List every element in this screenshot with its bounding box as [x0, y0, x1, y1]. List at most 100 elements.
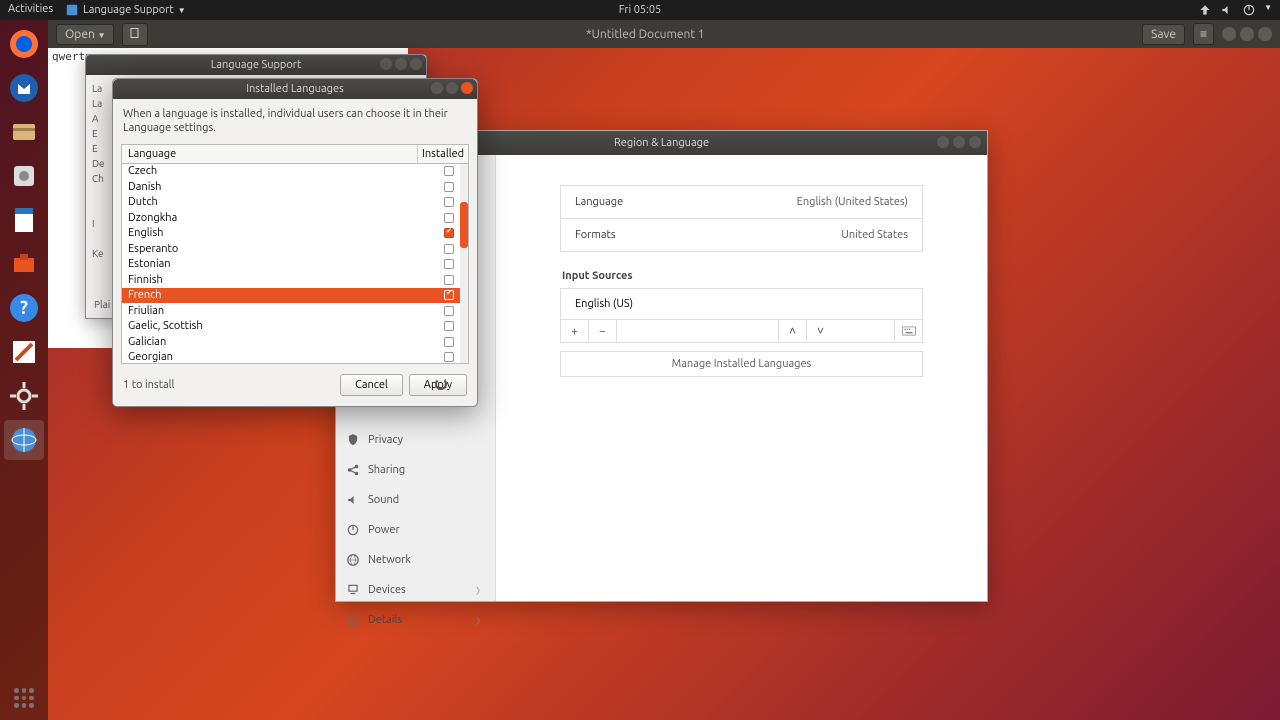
language-row[interactable]: Danish [122, 179, 468, 195]
keyboard-layout-button[interactable] [894, 320, 922, 342]
language-name: English [122, 227, 430, 239]
input-sources-box: English (US) + − ˄ ˅ [560, 288, 923, 343]
dock-libreoffice-writer[interactable] [4, 200, 44, 240]
dock-rhythmbox[interactable] [4, 156, 44, 196]
language-row[interactable]: Language English (United States) [560, 185, 923, 219]
app-indicator[interactable]: Language Support [83, 4, 174, 16]
minimize-button[interactable] [380, 58, 392, 70]
sharing-icon [346, 463, 360, 477]
language-row[interactable]: Esperanto [122, 241, 468, 257]
sound-icon [346, 493, 360, 507]
document-title: *Untitled Document 1 [156, 28, 1134, 41]
language-name: Friulian [122, 305, 430, 317]
language-row[interactable]: Estonian [122, 257, 468, 273]
installed-checkbox[interactable] [444, 275, 454, 285]
installed-checkbox[interactable] [444, 337, 454, 347]
scrollbar-thumb[interactable] [460, 202, 468, 248]
minimize-button[interactable] [1222, 27, 1236, 41]
language-row[interactable]: French [122, 288, 468, 304]
network-icon[interactable] [1198, 3, 1212, 17]
maximize-button[interactable] [1240, 27, 1254, 41]
installed-checkbox[interactable] [444, 213, 454, 223]
minimize-button[interactable] [431, 82, 443, 94]
column-installed[interactable]: Installed [418, 145, 468, 163]
dock-settings[interactable] [4, 376, 44, 416]
language-name: Czech [122, 165, 430, 177]
dock-software[interactable] [4, 244, 44, 284]
maximize-button[interactable] [395, 58, 407, 70]
installed-checkbox[interactable] [444, 197, 454, 207]
formats-row[interactable]: Formats United States [560, 219, 923, 252]
install-status: 1 to install [123, 379, 334, 391]
dock-language-support[interactable] [4, 420, 44, 460]
installed-checkbox[interactable] [444, 321, 454, 331]
clock[interactable]: Fri 05:05 [619, 4, 661, 16]
dock-firefox[interactable] [4, 24, 44, 64]
language-row[interactable]: English [122, 226, 468, 242]
close-button[interactable] [410, 58, 422, 70]
move-down-button[interactable]: ˅ [806, 320, 834, 342]
privacy-icon [346, 433, 360, 447]
input-source-item[interactable]: English (US) [561, 289, 922, 319]
remove-input-source-button[interactable]: − [589, 320, 617, 342]
installed-checkbox[interactable] [444, 290, 454, 300]
dock-text-editor[interactable] [4, 332, 44, 372]
sidebar-item-sound[interactable]: Sound [336, 485, 495, 515]
dock-help[interactable]: ? [4, 288, 44, 328]
installed-checkbox[interactable] [444, 306, 454, 316]
language-row[interactable]: Finnish [122, 272, 468, 288]
hamburger-menu[interactable]: ≡ [1193, 23, 1214, 45]
sidebar-item-sharing[interactable]: Sharing [336, 455, 495, 485]
new-tab-button[interactable] [122, 23, 148, 46]
installed-checkbox[interactable] [444, 352, 454, 362]
add-input-source-button[interactable]: + [561, 320, 589, 342]
close-button[interactable] [1258, 27, 1272, 41]
installed-checkbox[interactable] [444, 259, 454, 269]
scrollbar[interactable] [460, 164, 468, 363]
language-list[interactable]: Czech DanishDutchDzongkhaEnglish Esperanto… [121, 164, 469, 364]
details-icon [346, 613, 360, 627]
language-row[interactable]: Gaelic, Scottish [122, 319, 468, 335]
save-button[interactable]: Save [1142, 24, 1185, 45]
close-button[interactable] [969, 136, 981, 148]
language-row[interactable]: Galician [122, 334, 468, 350]
sidebar-item-label: Sharing [368, 464, 405, 476]
sidebar-item-devices[interactable]: Devices〉 [336, 575, 495, 605]
language-row[interactable]: Friulian [122, 303, 468, 319]
move-up-button[interactable]: ˄ [778, 320, 806, 342]
language-row[interactable]: Georgian [122, 350, 468, 364]
volume-icon[interactable] [1220, 3, 1234, 17]
svg-text:?: ? [20, 298, 28, 318]
maximize-button[interactable] [446, 82, 458, 94]
manage-installed-languages-button[interactable]: Manage Installed Languages [560, 351, 923, 377]
language-row[interactable]: Czech [122, 164, 468, 180]
installed-checkbox[interactable] [444, 166, 454, 176]
installed-checkbox[interactable] [444, 244, 454, 254]
installed-checkbox[interactable] [444, 228, 454, 238]
column-language[interactable]: Language [122, 145, 418, 163]
cancel-button[interactable]: Cancel [340, 374, 403, 396]
dock-files[interactable] [4, 112, 44, 152]
open-button[interactable]: Open ▼ [56, 24, 114, 45]
sidebar-item-label: Power [368, 524, 400, 536]
language-row[interactable]: Dzongkha [122, 210, 468, 226]
window-titlebar[interactable]: Language Support [86, 55, 426, 75]
dock-thunderbird[interactable] [4, 68, 44, 108]
chevron-down-icon[interactable]: ▼ [1264, 3, 1272, 17]
power-icon[interactable] [1242, 3, 1256, 17]
gedit-headerbar: Open ▼ *Untitled Document 1 Save ≡ [48, 20, 1280, 48]
language-name: Galician [122, 336, 430, 348]
language-name: French [122, 289, 430, 301]
close-button[interactable] [461, 82, 473, 94]
maximize-button[interactable] [953, 136, 965, 148]
sidebar-item-network[interactable]: Network [336, 545, 495, 575]
minimize-button[interactable] [937, 136, 949, 148]
language-name: Georgian [122, 351, 430, 363]
installed-checkbox[interactable] [444, 182, 454, 192]
language-row[interactable]: Dutch [122, 195, 468, 211]
window-titlebar[interactable]: Installed Languages [113, 79, 477, 99]
sidebar-item-details[interactable]: Details〉 [336, 605, 495, 635]
sidebar-item-power[interactable]: Power [336, 515, 495, 545]
activities-button[interactable]: Activities [8, 3, 53, 17]
sidebar-item-privacy[interactable]: Privacy [336, 425, 495, 455]
